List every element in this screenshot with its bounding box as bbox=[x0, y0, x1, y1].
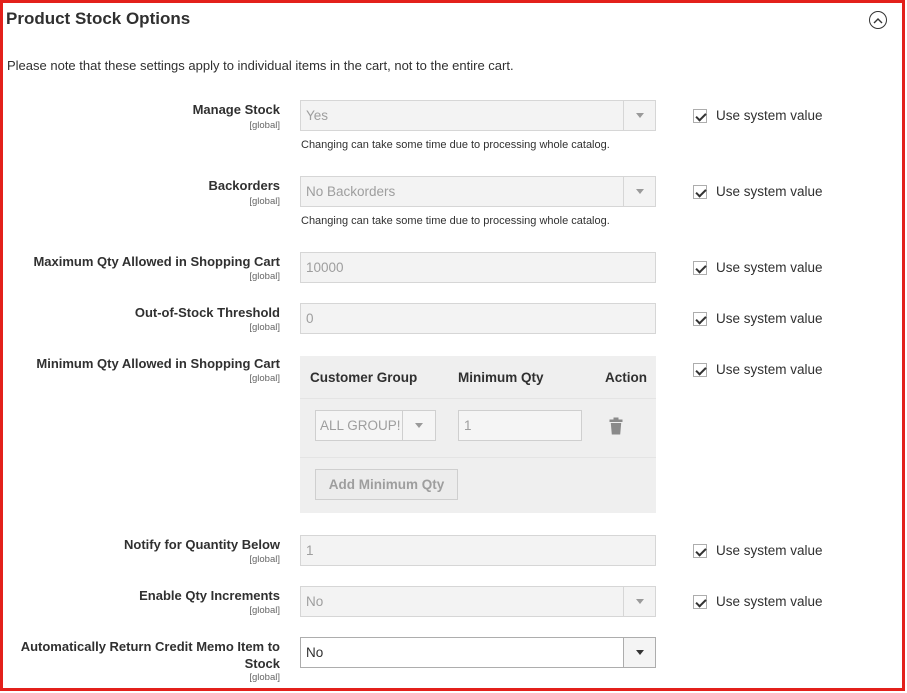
backorders-value: No Backorders bbox=[306, 184, 396, 199]
backorders-label: Backorders bbox=[208, 178, 280, 193]
section-frame: Product Stock Options Please note that t… bbox=[0, 0, 905, 691]
qty-increments-value: No bbox=[306, 594, 324, 609]
section-title: Product Stock Options bbox=[6, 9, 191, 28]
qty-increments-scope: [global] bbox=[249, 605, 280, 616]
chevron-down-icon bbox=[623, 638, 655, 667]
checkbox-checked-icon[interactable] bbox=[693, 594, 707, 609]
checkbox-checked-icon[interactable] bbox=[693, 311, 707, 326]
qty-increments-label: Enable Qty Increments bbox=[139, 588, 280, 603]
backorders-scope: [global] bbox=[249, 196, 280, 207]
col-action: Action bbox=[605, 370, 647, 385]
auto-return-select[interactable]: No bbox=[300, 637, 656, 668]
manage-stock-hint: Changing can take some time due to proce… bbox=[301, 139, 610, 151]
manage-stock-use-system[interactable]: Use system value bbox=[693, 108, 823, 123]
qty-increments-select[interactable]: No bbox=[300, 586, 656, 617]
backorders-select[interactable]: No Backorders bbox=[300, 176, 656, 207]
auto-return-value: No bbox=[306, 645, 324, 660]
backorders-hint: Changing can take some time due to proce… bbox=[301, 215, 610, 227]
manage-stock-label: Manage Stock bbox=[192, 102, 280, 117]
chevron-up-circle-icon[interactable] bbox=[869, 11, 887, 29]
oos-threshold-scope: [global] bbox=[249, 322, 280, 333]
grid-divider bbox=[300, 398, 656, 399]
use-system-value-label: Use system value bbox=[716, 260, 823, 275]
section-note: Please note that these settings apply to… bbox=[7, 58, 514, 73]
grid-divider bbox=[300, 457, 656, 458]
col-minimum-qty: Minimum Qty bbox=[458, 370, 544, 385]
min-qty-scope: [global] bbox=[249, 373, 280, 384]
checkbox-checked-icon[interactable] bbox=[693, 543, 707, 558]
use-system-value-label: Use system value bbox=[716, 184, 823, 199]
use-system-value-label: Use system value bbox=[716, 362, 823, 377]
oos-threshold-input[interactable]: 0 bbox=[300, 303, 656, 334]
manage-stock-scope: [global] bbox=[249, 120, 280, 131]
trash-icon[interactable] bbox=[609, 417, 623, 435]
checkbox-checked-icon[interactable] bbox=[693, 108, 707, 123]
oos-threshold-use-system[interactable]: Use system value bbox=[693, 311, 823, 326]
use-system-value-label: Use system value bbox=[716, 108, 823, 123]
customer-group-select[interactable]: ALL GROUP! bbox=[315, 410, 436, 441]
section-header[interactable]: Product Stock Options bbox=[3, 3, 907, 37]
notify-below-scope: [global] bbox=[249, 554, 280, 565]
max-qty-input[interactable]: 10000 bbox=[300, 252, 656, 283]
backorders-use-system[interactable]: Use system value bbox=[693, 184, 823, 199]
manage-stock-value: Yes bbox=[306, 108, 329, 123]
oos-threshold-label: Out-of-Stock Threshold bbox=[134, 305, 280, 320]
use-system-value-label: Use system value bbox=[716, 543, 823, 558]
notify-below-use-system[interactable]: Use system value bbox=[693, 543, 823, 558]
checkbox-checked-icon[interactable] bbox=[693, 362, 707, 377]
auto-return-label-line1: Automatically Return Credit Memo Item to bbox=[20, 639, 280, 654]
max-qty-label: Maximum Qty Allowed in Shopping Cart bbox=[33, 254, 280, 269]
auto-return-scope: [global] bbox=[249, 672, 280, 683]
use-system-value-label: Use system value bbox=[716, 311, 823, 326]
notify-below-label: Notify for Quantity Below bbox=[124, 537, 280, 552]
chevron-down-icon bbox=[623, 101, 655, 130]
min-qty-label: Minimum Qty Allowed in Shopping Cart bbox=[36, 356, 280, 371]
qty-increments-use-system[interactable]: Use system value bbox=[693, 594, 823, 609]
chevron-down-icon bbox=[623, 177, 655, 206]
add-minimum-qty-button[interactable]: Add Minimum Qty bbox=[315, 469, 458, 500]
min-qty-grid: Customer Group Minimum Qty Action ALL GR… bbox=[300, 356, 656, 513]
chevron-down-icon bbox=[623, 587, 655, 616]
checkbox-checked-icon[interactable] bbox=[693, 184, 707, 199]
customer-group-value: ALL GROUP! bbox=[320, 418, 401, 433]
col-customer-group: Customer Group bbox=[310, 370, 418, 385]
max-qty-scope: [global] bbox=[249, 271, 280, 282]
auto-return-label-line2: Stock bbox=[244, 656, 280, 671]
notify-below-input[interactable]: 1 bbox=[300, 535, 656, 566]
manage-stock-select[interactable]: Yes bbox=[300, 100, 656, 131]
chevron-down-icon bbox=[402, 411, 435, 440]
minimum-qty-input[interactable]: 1 bbox=[458, 410, 582, 441]
use-system-value-label: Use system value bbox=[716, 594, 823, 609]
max-qty-use-system[interactable]: Use system value bbox=[693, 260, 823, 275]
min-qty-use-system[interactable]: Use system value bbox=[693, 362, 823, 377]
checkbox-checked-icon[interactable] bbox=[693, 260, 707, 275]
